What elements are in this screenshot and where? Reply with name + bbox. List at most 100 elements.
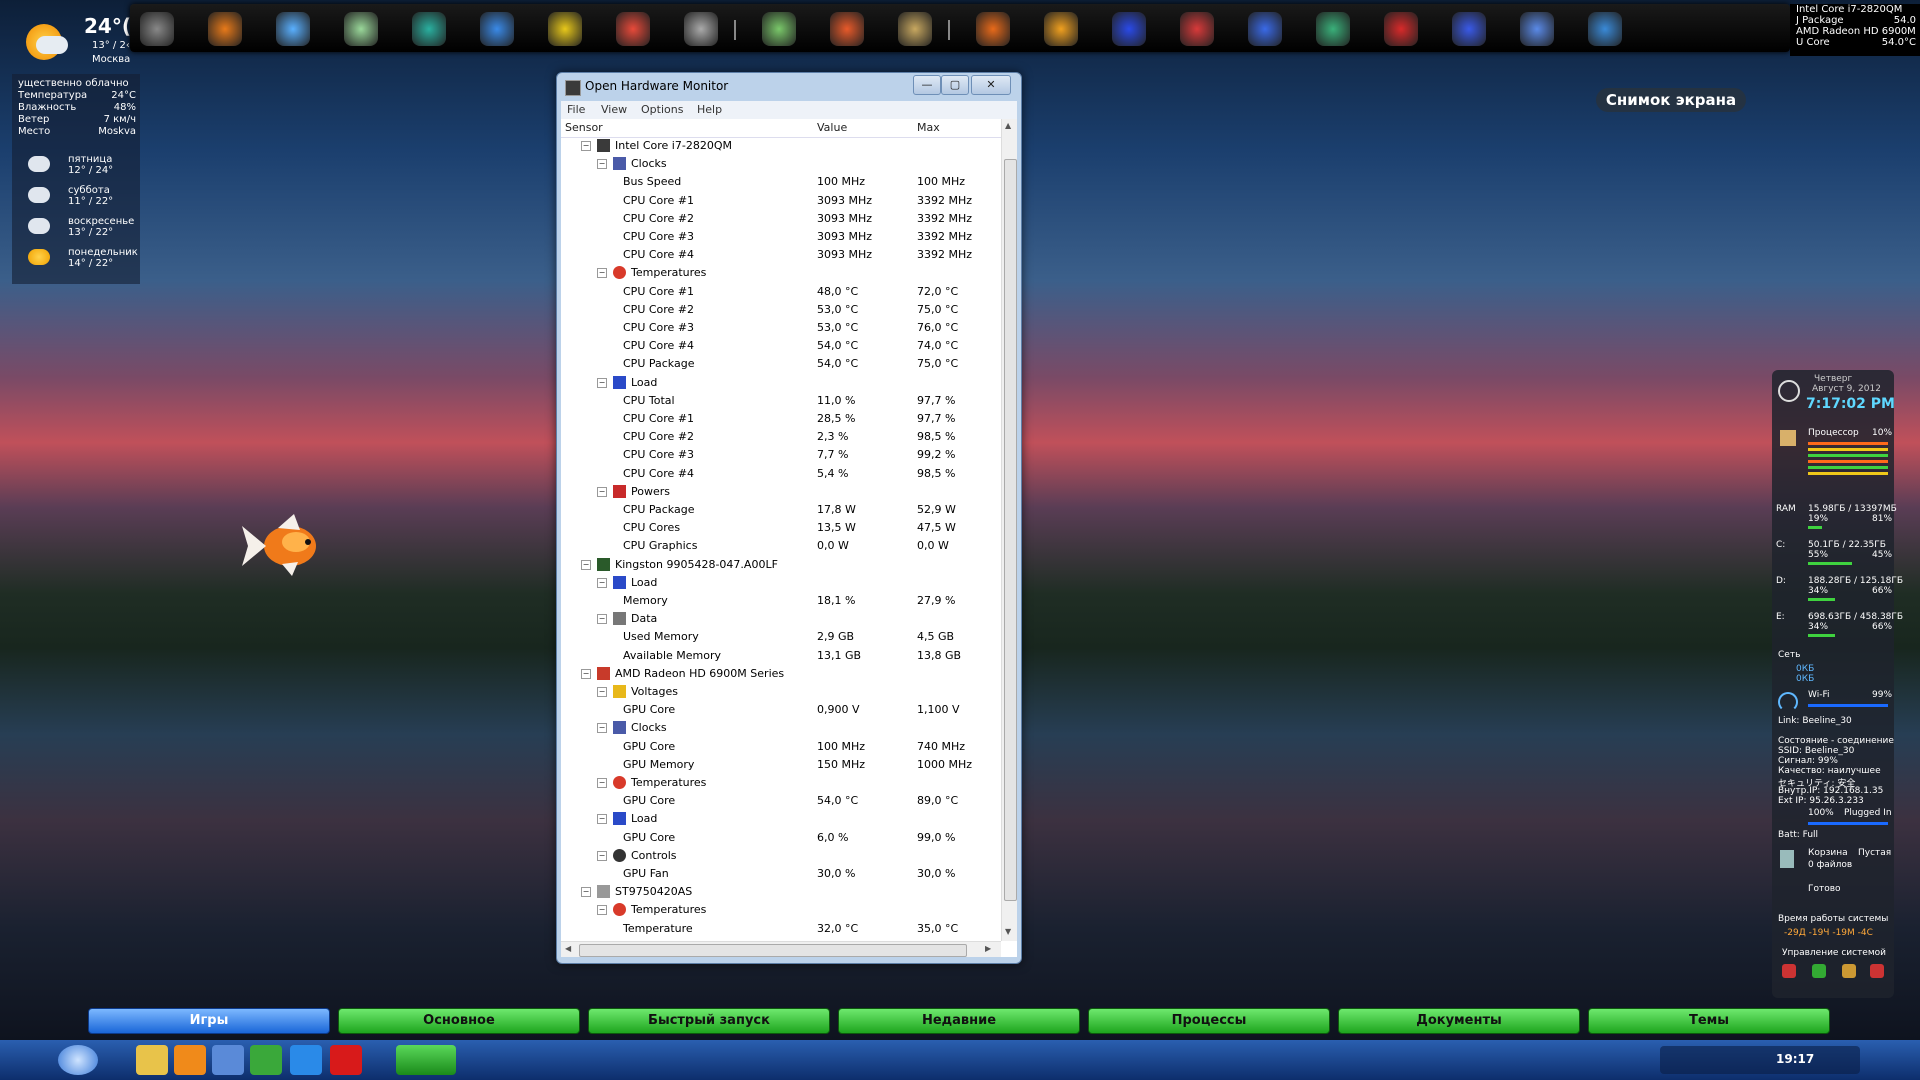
tram-icon[interactable] xyxy=(898,12,932,46)
sensor-row[interactable]: CPU Core #4 5,4 % 98,5 % xyxy=(561,465,1001,483)
collapse-toggle-icon[interactable]: − xyxy=(597,486,607,497)
collapse-toggle-icon[interactable]: − xyxy=(597,614,607,625)
sensor-row[interactable]: − Kingston 9905428-047.A00LF xyxy=(561,556,1001,574)
explorer-icon[interactable] xyxy=(136,1045,168,1075)
sensor-row[interactable]: CPU Core #4 3093 MHz 3392 MHz xyxy=(561,246,1001,264)
tab-4[interactable]: Процессы xyxy=(1088,1008,1330,1034)
collapse-toggle-icon[interactable]: − xyxy=(597,687,607,697)
sensor-row[interactable]: CPU Core #2 3093 MHz 3392 MHz xyxy=(561,210,1001,228)
sensor-row[interactable]: CPU Core #4 54,0 °C 74,0 °C xyxy=(561,337,1001,355)
recycle-bin-icon[interactable] xyxy=(1780,850,1794,868)
media-player-icon[interactable] xyxy=(174,1045,206,1075)
col-max[interactable]: Max xyxy=(917,121,940,134)
shutdown-icon[interactable] xyxy=(1782,964,1796,978)
arrow-icon[interactable] xyxy=(1452,12,1486,46)
collapse-toggle-icon[interactable]: − xyxy=(597,577,607,588)
opera-icon[interactable] xyxy=(330,1045,362,1075)
media-icon[interactable] xyxy=(548,12,582,46)
globe-icon[interactable] xyxy=(616,12,650,46)
sensor-row[interactable]: CPU Cores 13,5 W 47,5 W xyxy=(561,519,1001,537)
recycle-icon[interactable] xyxy=(140,12,174,46)
sensor-row[interactable]: Bus Speed 100 MHz 100 MHz xyxy=(561,173,1001,191)
menu-help[interactable]: Help xyxy=(697,103,722,116)
acrobat-icon[interactable] xyxy=(1384,12,1418,46)
system-tray[interactable] xyxy=(1660,1046,1860,1074)
sensor-row[interactable]: GPU Core 6,0 % 99,0 % xyxy=(561,829,1001,847)
collapse-toggle-icon[interactable]: − xyxy=(597,850,607,861)
sensor-row[interactable]: − Load xyxy=(561,574,1001,592)
collapse-toggle-icon[interactable]: − xyxy=(597,723,607,734)
tab-3[interactable]: Недавние xyxy=(838,1008,1080,1034)
sensor-row[interactable]: − Clocks xyxy=(561,719,1001,737)
download-icon[interactable] xyxy=(1112,12,1146,46)
menu-options[interactable]: Options xyxy=(641,103,683,116)
sensor-row[interactable]: Temperature 32,0 °C 35,0 °C xyxy=(561,920,1001,938)
col-value[interactable]: Value xyxy=(817,121,847,134)
sensor-row[interactable]: CPU Core #1 48,0 °C 72,0 °C xyxy=(561,283,1001,301)
col-sensor[interactable]: Sensor xyxy=(565,121,603,134)
sensor-row[interactable]: GPU Memory 150 MHz 1000 MHz xyxy=(561,756,1001,774)
sensor-row[interactable]: − Data xyxy=(561,610,1001,628)
chrome-icon[interactable] xyxy=(480,12,514,46)
camera-icon[interactable] xyxy=(1520,12,1554,46)
game-icon[interactable] xyxy=(1180,12,1214,46)
fire-icon[interactable] xyxy=(976,12,1010,46)
sensor-row[interactable]: − Controls xyxy=(561,847,1001,865)
collapse-toggle-icon[interactable]: − xyxy=(581,887,591,898)
tab-6[interactable]: Темы xyxy=(1588,1008,1830,1034)
sensor-tree[interactable]: Sensor Value Max − Intel Core i7-2820QM − C… xyxy=(561,119,1017,957)
tab-1[interactable]: Основное xyxy=(338,1008,580,1034)
ruler-icon[interactable] xyxy=(276,12,310,46)
internet-explorer-icon[interactable] xyxy=(290,1045,322,1075)
close-button[interactable]: ✕ xyxy=(971,75,1011,95)
a-icon[interactable] xyxy=(1248,12,1282,46)
sensor-row[interactable]: − Clocks xyxy=(561,155,1001,173)
sensor-row[interactable]: CPU Core #3 53,0 °C 76,0 °C xyxy=(561,319,1001,337)
sensor-row[interactable]: CPU Total 11,0 % 97,7 % xyxy=(561,392,1001,410)
restart-icon[interactable] xyxy=(1812,964,1826,978)
tab-0[interactable]: Игры xyxy=(88,1008,330,1034)
vertical-scrollbar[interactable]: ▲ ▼ xyxy=(1001,119,1017,941)
vertical-scroll-thumb[interactable] xyxy=(1004,159,1017,901)
desktop-icon[interactable] xyxy=(212,1045,244,1075)
menu-view[interactable]: View xyxy=(601,103,627,116)
tools-icon[interactable] xyxy=(344,12,378,46)
sensor-row[interactable]: Used Memory 2,9 GB 4,5 GB xyxy=(561,628,1001,646)
sensor-row[interactable]: GPU Core 0,900 V 1,100 V xyxy=(561,701,1001,719)
sensor-row[interactable]: CPU Package 17,8 W 52,9 W xyxy=(561,501,1001,519)
sensor-row[interactable]: − Powers xyxy=(561,483,1001,501)
sensor-row[interactable]: Available Memory 13,1 GB 13,8 GB xyxy=(561,647,1001,665)
menu-file[interactable]: File xyxy=(567,103,585,116)
network-icon[interactable] xyxy=(250,1045,282,1075)
collapse-toggle-icon[interactable]: − xyxy=(597,377,607,388)
horizontal-scrollbar[interactable]: ◀ ▶ xyxy=(561,941,1001,957)
minimize-button[interactable]: — xyxy=(913,75,941,95)
sensor-row[interactable]: Memory 18,1 % 27,9 % xyxy=(561,592,1001,610)
sensor-row[interactable]: CPU Package 54,0 °C 75,0 °C xyxy=(561,355,1001,373)
sensor-row[interactable]: − ST9750420AS xyxy=(561,883,1001,901)
mouse-icon[interactable] xyxy=(684,12,718,46)
sensor-row[interactable]: − AMD Radeon HD 6900M Series xyxy=(561,665,1001,683)
sensor-row[interactable]: CPU Core #2 2,3 % 98,5 % xyxy=(561,428,1001,446)
sensor-row[interactable]: − Intel Core i7-2820QM xyxy=(561,137,1001,155)
taskbar-ohm-button[interactable] xyxy=(396,1045,456,1075)
sensor-row[interactable]: CPU Core #2 53,0 °C 75,0 °C xyxy=(561,301,1001,319)
collapse-toggle-icon[interactable]: − xyxy=(581,668,591,679)
horizontal-scroll-thumb[interactable] xyxy=(579,944,967,957)
collapse-toggle-icon[interactable]: − xyxy=(581,559,591,570)
map-icon[interactable] xyxy=(762,12,796,46)
sensor-row[interactable]: − Voltages xyxy=(561,683,1001,701)
title-bar[interactable]: Open Hardware Monitor — ▢ ✕ xyxy=(557,73,1021,101)
steam-icon[interactable] xyxy=(1316,12,1350,46)
collapse-toggle-icon[interactable]: − xyxy=(597,905,607,916)
collapse-toggle-icon[interactable]: − xyxy=(597,268,607,279)
sensor-row[interactable]: CPU Core #1 28,5 % 97,7 % xyxy=(561,410,1001,428)
collapse-toggle-icon[interactable]: − xyxy=(597,814,607,825)
tab-2[interactable]: Быстрый запуск xyxy=(588,1008,830,1034)
sensor-row[interactable]: − Load xyxy=(561,810,1001,828)
sensor-row[interactable]: GPU Fan 30,0 % 30,0 % xyxy=(561,865,1001,883)
lock-icon[interactable] xyxy=(1842,964,1856,978)
maximize-button[interactable]: ▢ xyxy=(941,75,969,95)
power-icon[interactable] xyxy=(1870,964,1884,978)
start-button[interactable] xyxy=(58,1045,98,1075)
